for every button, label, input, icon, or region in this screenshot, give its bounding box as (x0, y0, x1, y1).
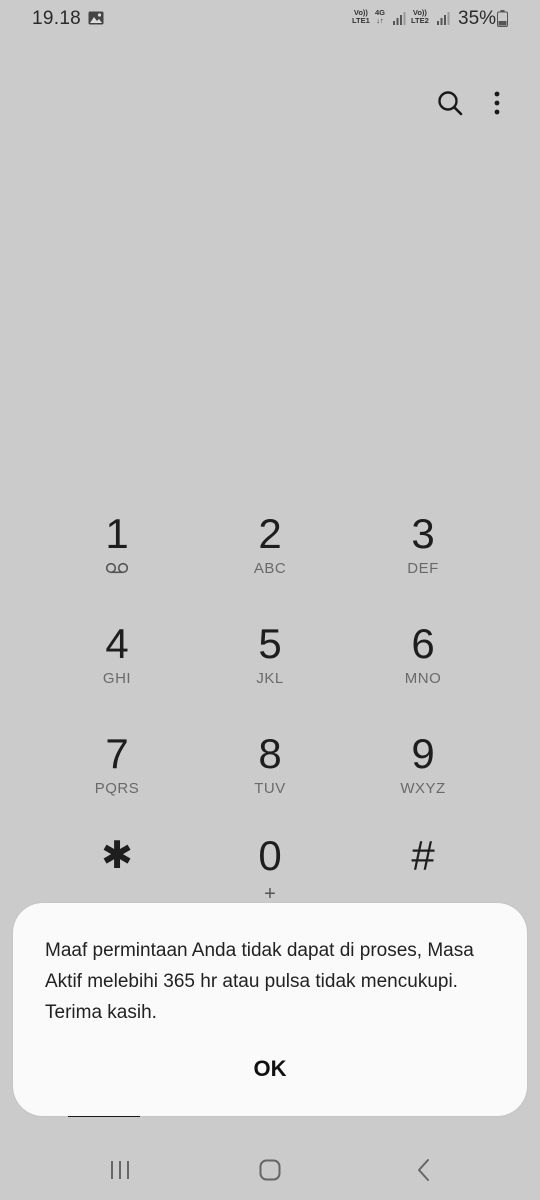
sim2-lte-label: LTE2 (411, 16, 429, 25)
key-digit: # (411, 832, 435, 879)
dialpad-key-1[interactable]: 1 (62, 510, 172, 606)
sim1-lte-label: LTE1 (352, 16, 370, 25)
dialog-message: Maaf permintaan Anda tidak dapat di pros… (45, 940, 474, 1023)
more-options-button[interactable] (487, 89, 507, 117)
key-letters: JKL (256, 670, 284, 687)
navigation-bar (0, 1140, 540, 1200)
home-icon (259, 1159, 281, 1181)
signal-icon (437, 12, 450, 25)
key-letters: TUV (254, 780, 286, 797)
signal-icon (393, 12, 406, 25)
dialpad-key-6[interactable]: 6 MNO (368, 620, 478, 716)
key-letters: ABC (253, 560, 287, 577)
back-button[interactable] (404, 1155, 444, 1185)
key-digit: 6 (411, 620, 435, 667)
dialpad-key-2[interactable]: 2 ABC (215, 510, 325, 606)
key-digit: 8 (258, 730, 282, 777)
status-time: 19.18 (32, 8, 82, 29)
search-icon (438, 91, 463, 116)
key-digit: 5 (258, 620, 282, 667)
recent-apps-button[interactable] (100, 1155, 140, 1185)
recent-apps-icon (111, 1161, 129, 1179)
voicemail-icon (105, 562, 129, 574)
key-letters: GHI (102, 670, 132, 687)
ussd-dialog: Maaf permintaan Anda tidak dapat di pros… (13, 903, 527, 1116)
key-letters: + (264, 883, 276, 905)
key-digit: 4 (105, 620, 129, 667)
key-digit: 0 (258, 832, 282, 879)
gallery-notification-icon (88, 11, 104, 25)
key-digit: 1 (105, 510, 129, 557)
dialpad-key-7[interactable]: 7 PQRS (62, 730, 172, 826)
more-vert-icon (494, 91, 500, 115)
battery-percentage: 35% (458, 8, 497, 29)
dialpad-key-8[interactable]: 8 TUV (215, 730, 325, 826)
battery-icon (497, 10, 508, 27)
status-bar: 19.18 Vo)) LTE1 4G ↓↑ Vo)) LTE2 35% (0, 0, 540, 38)
search-button[interactable] (436, 89, 464, 117)
dialpad-key-3[interactable]: 3 DEF (368, 510, 478, 606)
key-letters: WXYZ (400, 780, 446, 797)
key-digit: ✱ (101, 835, 133, 877)
dialpad-key-5[interactable]: 5 JKL (215, 620, 325, 716)
dialpad-key-9[interactable]: 9 WXYZ (368, 730, 478, 826)
dialpad-key-4[interactable]: 4 GHI (62, 620, 172, 716)
key-digit: 7 (105, 730, 129, 777)
sim2-indicator: Vo)) LTE2 (411, 9, 429, 25)
key-digit: 9 (411, 730, 435, 777)
network-indicator: 4G ↓↑ (375, 9, 385, 25)
key-letters: MNO (404, 670, 442, 687)
back-icon (418, 1159, 429, 1181)
network-activity-label: ↓↑ (376, 16, 384, 25)
key-digit: 2 (258, 510, 282, 557)
home-button[interactable] (250, 1155, 290, 1185)
key-letters: PQRS (94, 780, 140, 797)
key-digit: 3 (411, 510, 435, 557)
key-letters: DEF (407, 560, 439, 577)
sim1-indicator: Vo)) LTE1 (352, 9, 370, 25)
ok-button[interactable]: OK (220, 1048, 320, 1088)
